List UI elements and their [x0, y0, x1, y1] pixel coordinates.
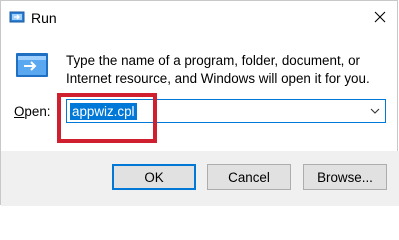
dialog-description: Type the name of a program, folder, docu…	[66, 53, 370, 86]
run-dialog-icon	[14, 47, 50, 83]
ok-button[interactable]: OK	[112, 164, 196, 190]
close-icon	[374, 11, 386, 23]
chevron-down-icon[interactable]	[368, 105, 382, 117]
open-label-accelerator: O	[14, 104, 25, 119]
run-app-icon	[9, 9, 25, 25]
run-dialog: Run Type the name of a program, folder, …	[0, 0, 399, 206]
open-label: Open:	[14, 103, 50, 121]
open-label-rest: pen:	[24, 104, 51, 119]
cancel-button[interactable]: Cancel	[207, 164, 291, 190]
browse-button[interactable]: Browse...	[303, 164, 387, 190]
close-button[interactable]	[361, 1, 399, 33]
window-title: Run	[31, 10, 57, 26]
red-highlight-box	[57, 93, 157, 143]
title-bar[interactable]: Run	[1, 1, 399, 35]
